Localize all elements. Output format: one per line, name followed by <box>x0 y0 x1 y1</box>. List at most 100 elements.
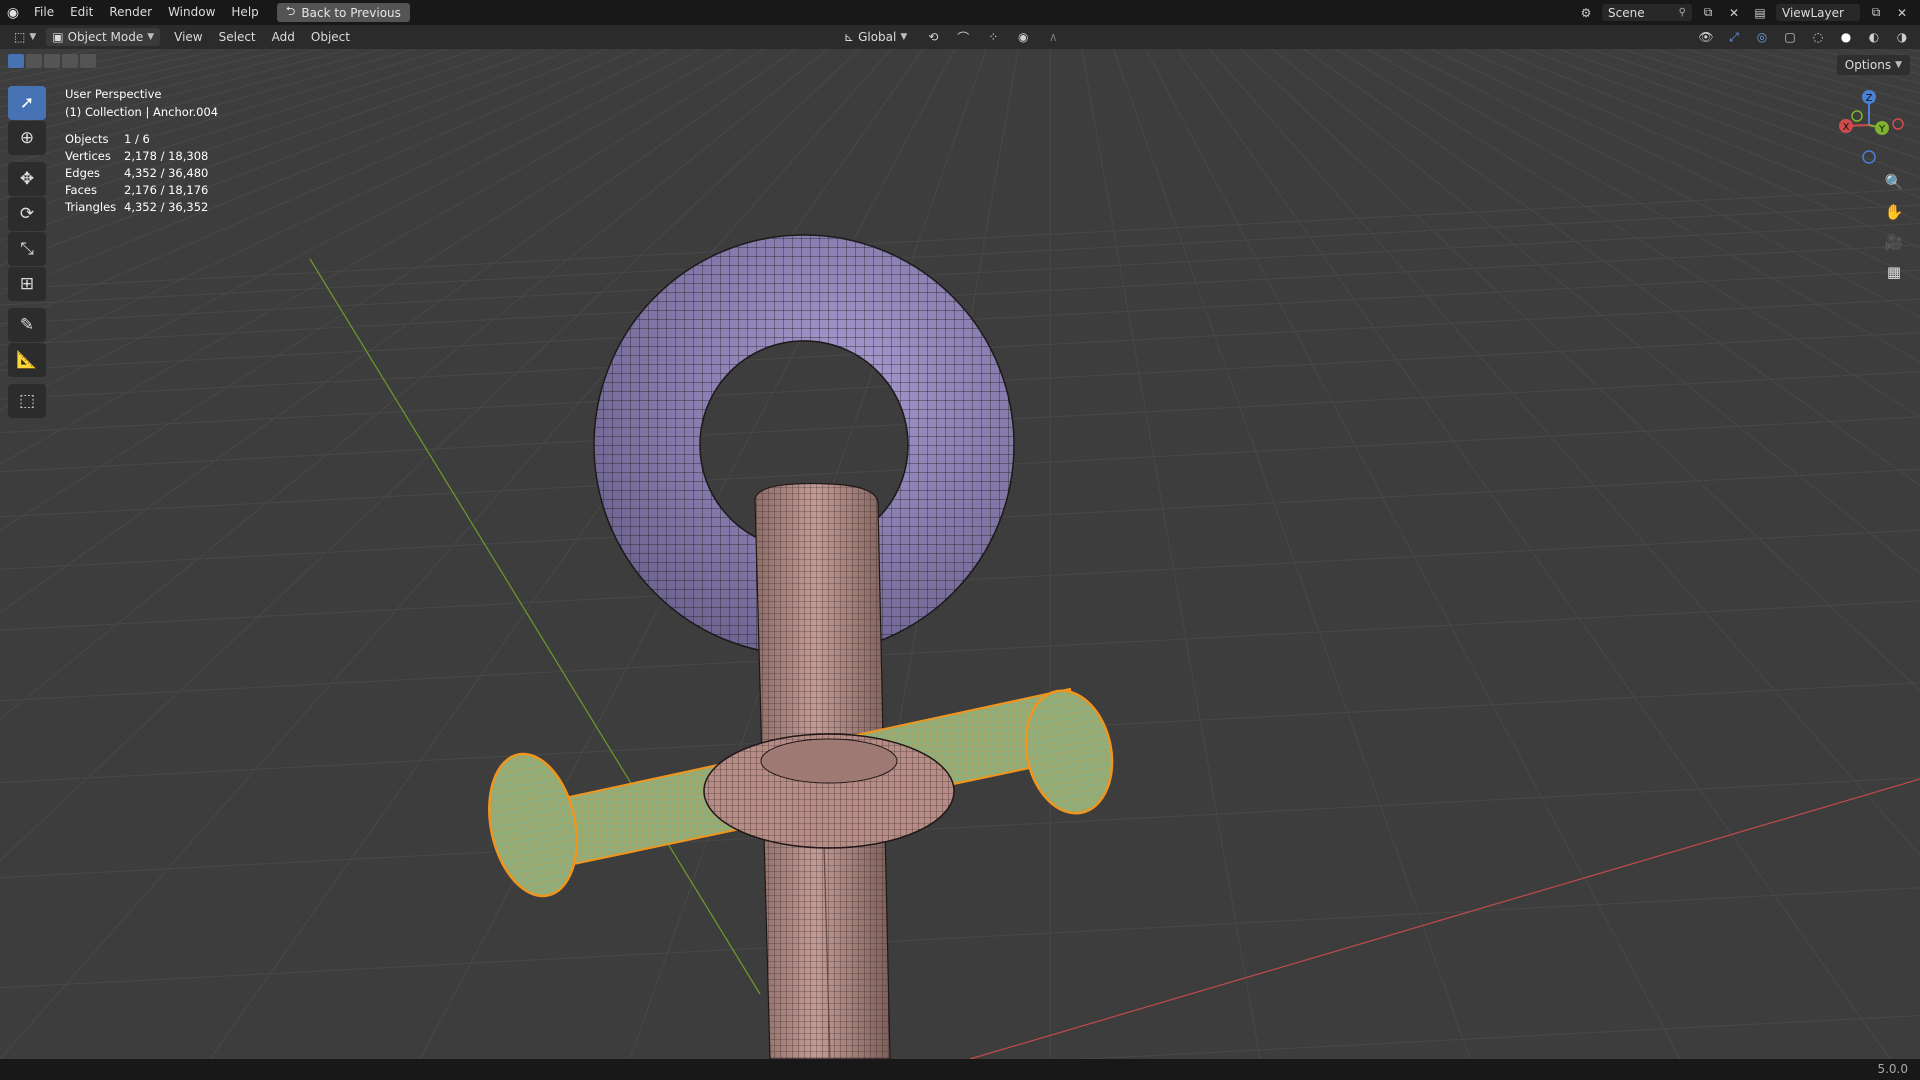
remove-view-layer-icon[interactable]: ✕ <box>1892 4 1912 22</box>
menu-file[interactable]: File <box>26 0 62 25</box>
measure-tool[interactable]: 📐 <box>8 343 46 377</box>
select-new-mode[interactable] <box>8 54 24 68</box>
back-icon: ⮌ <box>285 4 296 18</box>
viewport-display-tools: 👁 ⤢ ◎ ▢ ◌ ● ◐ ◑ <box>1696 27 1912 47</box>
transform-tool[interactable]: ⊞ <box>8 267 46 301</box>
snap-icon[interactable]: ⌒ <box>953 28 973 46</box>
menu-add[interactable]: Add <box>264 25 303 50</box>
navigation-gizmo[interactable]: Z Y X <box>1832 85 1912 165</box>
options-label: Options <box>1844 58 1892 72</box>
select-subtract-mode[interactable] <box>44 54 60 68</box>
back-to-previous-button[interactable]: ⮌ Back to Previous <box>276 3 410 22</box>
scene-name-field[interactable]: Scene ⚲ <box>1602 4 1692 21</box>
stat-vertices: Vertices 2,178 / 18,308 <box>65 149 209 163</box>
chevron-down-icon: ▼ <box>1895 60 1902 70</box>
transform-icon: ⊞ <box>19 274 35 294</box>
perspective-grid-icon[interactable]: ▦ <box>1880 258 1908 286</box>
pivot-point-icon[interactable]: ⟲ <box>923 28 943 46</box>
transform-orientation-dropdown[interactable]: ⊾ Global ▼ <box>838 28 913 46</box>
camera-view-icon[interactable]: 🎥 <box>1880 228 1908 256</box>
select-extend-mode[interactable] <box>26 54 42 68</box>
overlays-icon[interactable]: ◎ <box>1752 28 1772 46</box>
menu-render[interactable]: Render <box>101 0 160 25</box>
svg-text:X: X <box>1843 122 1850 133</box>
proportional-edit-icon[interactable]: ◉ <box>1013 28 1033 46</box>
tool-shelf: ➚ ⊕ ✥ ⟳ ⤡ ⊞ ✎ 📐 ⬚ <box>8 86 48 419</box>
menu-view[interactable]: View <box>166 25 210 50</box>
3d-viewport[interactable]: Z Y X <box>0 49 1920 1059</box>
zoom-icon[interactable]: 🔍 <box>1880 168 1908 196</box>
blender-logo-icon[interactable]: ◉ <box>0 0 26 25</box>
stat-triangles: Triangles 4,352 / 36,352 <box>65 200 209 214</box>
chevron-down-icon: ▼ <box>29 32 37 42</box>
stat-faces: Faces 2,176 / 18,176 <box>65 183 209 197</box>
view-layer-field[interactable]: ViewLayer <box>1776 4 1860 21</box>
menu-edit[interactable]: Edit <box>62 0 101 25</box>
selection-mode-buttons <box>8 54 96 68</box>
viewport-info-overlay: User Perspective (1) Collection | Anchor… <box>65 85 218 216</box>
scene-name-text: Scene <box>1608 5 1645 20</box>
orientation-icon: ⊾ <box>844 30 855 44</box>
stat-objects: Objects 1 / 6 <box>65 132 150 146</box>
editor-type-icon: ⬚ <box>14 30 26 44</box>
anchor-collar[interactable] <box>703 733 955 849</box>
orientation-label: Global <box>858 30 897 44</box>
wireframe-shading-icon[interactable]: ◌ <box>1808 28 1828 46</box>
pan-hand-icon[interactable]: ✋ <box>1880 198 1908 226</box>
svg-text:Y: Y <box>1878 124 1886 135</box>
scale-tool[interactable]: ⤡ <box>8 232 46 266</box>
transform-tools: ⊾ Global ▼ ⟲ ⌒ ⁘ ◉ ∧ <box>838 27 1063 47</box>
cursor-tool[interactable]: ⊕ <box>8 121 46 155</box>
material-shading-icon[interactable]: ◐ <box>1864 28 1884 46</box>
object-mode-icon: ▣ <box>52 30 64 44</box>
xray-icon[interactable]: ▢ <box>1780 28 1800 46</box>
menu-object[interactable]: Object <box>303 25 358 50</box>
select-invert-mode[interactable] <box>62 54 78 68</box>
cursor-arrow-icon: ➚ <box>19 93 35 113</box>
mode-dropdown[interactable]: ▣ Object Mode ▼ <box>46 28 161 46</box>
options-dropdown[interactable]: Options ▼ <box>1836 55 1910 75</box>
status-bar: 5.0.0 <box>0 1059 1920 1080</box>
rotate-icon: ⟳ <box>19 204 35 224</box>
select-intersect-mode[interactable] <box>80 54 96 68</box>
add-cube-icon: ⬚ <box>18 391 36 411</box>
mode-label: Object Mode <box>67 30 144 44</box>
3d-cursor-icon: ⊕ <box>19 128 35 148</box>
view-name: User Perspective <box>65 87 162 101</box>
x-axis-line <box>969 778 1920 1059</box>
select-box-tool[interactable]: ➚ <box>8 86 46 120</box>
move-tool[interactable]: ✥ <box>8 162 46 196</box>
version-label: 5.0.0 <box>1877 1062 1908 1076</box>
rendered-shading-icon[interactable]: ◑ <box>1892 28 1912 46</box>
chevron-down-icon: ▼ <box>147 32 155 42</box>
add-cube-tool[interactable]: ⬚ <box>8 384 46 418</box>
chevron-down-icon: ▼ <box>900 32 908 42</box>
view-layer-icon[interactable]: ▤ <box>1750 4 1770 22</box>
new-scene-icon[interactable]: ⧉ <box>1698 4 1718 22</box>
visibility-icon[interactable]: 👁 <box>1696 28 1716 46</box>
viewport-scene <box>0 49 1920 1059</box>
editor-type-button[interactable]: ⬚ ▼ <box>8 28 42 46</box>
collection-line: (1) Collection | Anchor.004 <box>65 105 219 119</box>
remove-scene-icon[interactable]: ✕ <box>1724 4 1744 22</box>
back-to-previous-label: Back to Previous <box>301 5 401 20</box>
move-icon: ✥ <box>19 169 35 189</box>
ruler-icon: 📐 <box>16 350 38 370</box>
annotate-tool[interactable]: ✎ <box>8 308 46 342</box>
scale-icon: ⤡ <box>20 239 34 259</box>
pin-icon[interactable]: ⚲ <box>1679 7 1686 18</box>
solid-shading-icon[interactable]: ● <box>1836 28 1856 46</box>
top-menu-bar: ◉ File Edit Render Window Help ⮌ Back to… <box>0 0 1920 25</box>
stat-edges: Edges 4,352 / 36,480 <box>65 166 209 180</box>
new-view-layer-icon[interactable]: ⧉ <box>1866 4 1886 22</box>
rotate-tool[interactable]: ⟳ <box>8 197 46 231</box>
scene-icon[interactable]: ⚙ <box>1576 4 1596 22</box>
snap-grid-icon[interactable]: ⁘ <box>983 28 1003 46</box>
falloff-icon[interactable]: ∧ <box>1043 28 1063 46</box>
view-layer-text: ViewLayer <box>1782 5 1844 20</box>
menu-select[interactable]: Select <box>211 25 264 50</box>
menu-help[interactable]: Help <box>223 0 266 25</box>
svg-text:Z: Z <box>1866 93 1873 104</box>
gizmo-toggle-icon[interactable]: ⤢ <box>1724 28 1744 46</box>
menu-window[interactable]: Window <box>160 0 223 25</box>
